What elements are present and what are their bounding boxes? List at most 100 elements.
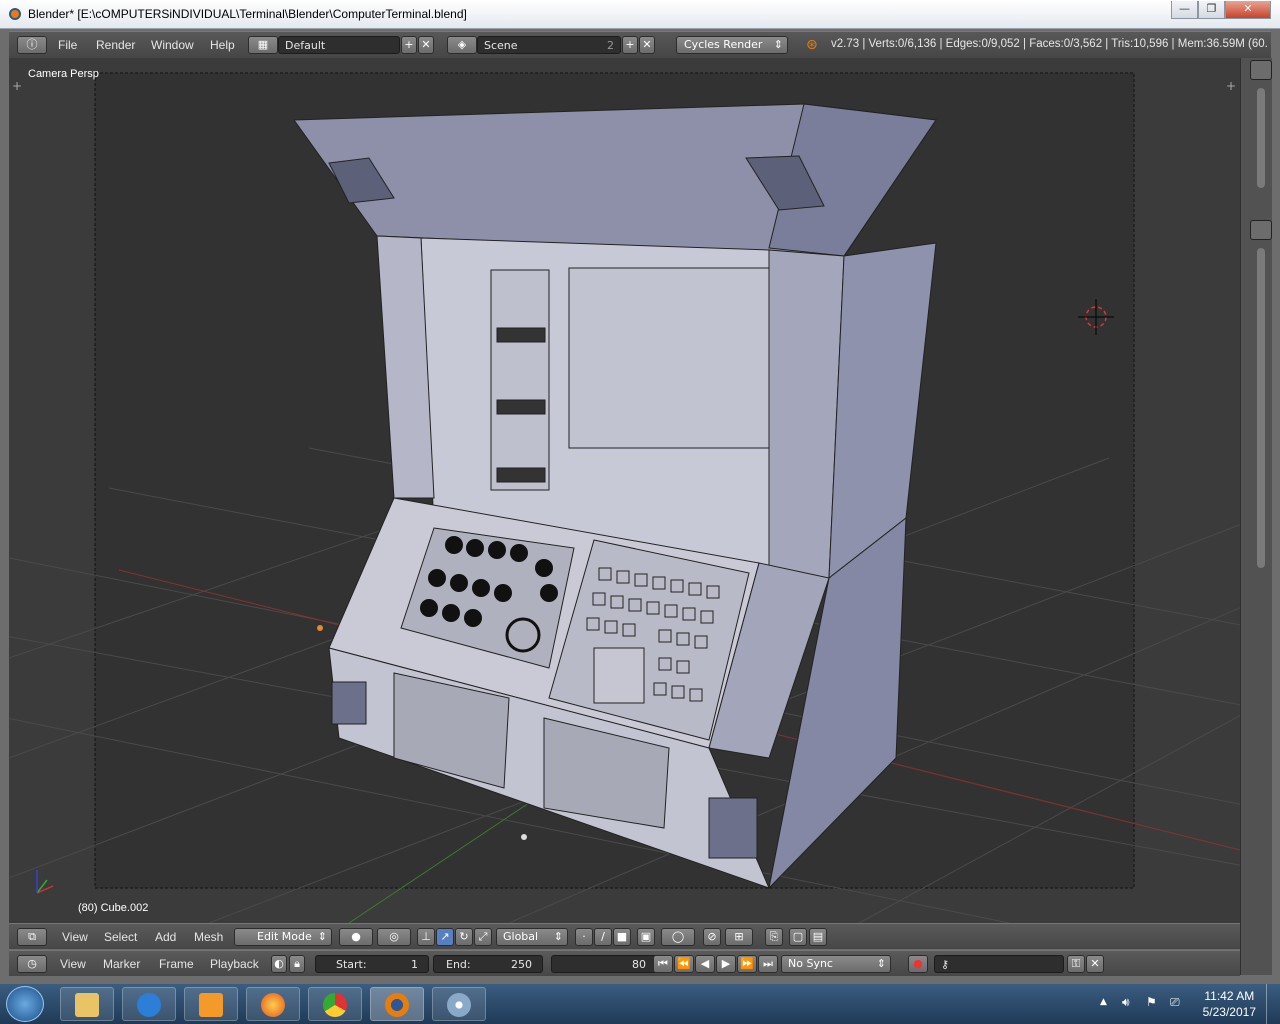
rack-slot-2 (496, 399, 546, 415)
viewport-shading-icon[interactable]: ● (339, 928, 373, 946)
3d-viewport[interactable]: + + Camera Persp (80) Cube.002 (9, 58, 1240, 923)
volume-icon[interactable]: 🔊︎ (1122, 995, 1130, 1010)
rotate-manipulator-icon[interactable]: ↻ (455, 928, 473, 946)
jump-prev-keyframe-icon[interactable]: ⏪ (674, 955, 694, 973)
menu-help[interactable]: Help (210, 38, 235, 52)
pivot-point-icon[interactable]: ◎ (377, 928, 411, 946)
menu-add[interactable]: Add (155, 930, 176, 944)
start-button[interactable] (6, 986, 44, 1022)
record-keyframe-icon[interactable]: ● (908, 955, 928, 973)
taskbar-firefox[interactable] (246, 987, 300, 1021)
preview-range-icon[interactable]: ◐ (271, 955, 287, 973)
show-desktop-button[interactable] (1266, 984, 1280, 1024)
remove-scene-icon[interactable]: ✕ (639, 36, 655, 54)
jump-next-keyframe-icon[interactable]: ⏩ (737, 955, 757, 973)
lock-range-icon[interactable]: 🔒︎ (289, 955, 305, 973)
jump-start-icon[interactable]: ⏮ (653, 955, 673, 973)
rack-slot-1 (496, 327, 546, 343)
menu-mesh[interactable]: Mesh (194, 930, 223, 944)
outliner-editor-icon[interactable] (1250, 220, 1272, 240)
taskbar-chrome[interactable] (308, 987, 362, 1021)
scale-manipulator-icon[interactable]: ⤢ (474, 928, 492, 946)
orientation-select[interactable]: Global ⇕ (496, 928, 568, 946)
face-select-icon[interactable]: ■ (613, 928, 631, 946)
scrollbar-top[interactable] (1257, 88, 1265, 188)
start-label: Start: (336, 958, 367, 971)
menu-marker[interactable]: Marker (103, 957, 140, 971)
end-frame-field[interactable]: End: 250 (433, 955, 543, 973)
chevron-updown-icon: ⇕ (773, 38, 783, 51)
menu-window[interactable]: Window (151, 38, 194, 52)
internet-explorer-icon (137, 993, 161, 1017)
menu-select[interactable]: Select (104, 930, 137, 944)
scene-field[interactable]: Scene 2 (477, 36, 621, 54)
screen-area (568, 267, 770, 449)
remove-layout-icon[interactable]: ✕ (418, 36, 434, 54)
start-frame-field[interactable]: Start: 1 (315, 955, 429, 973)
window-titlebar: Blender* [E:\cOMPUTERSiNDIVIDUAL\Termina… (0, 0, 1280, 29)
timeline-editor-type-icon[interactable]: ◷ (17, 955, 47, 973)
axis-gizmo (36, 870, 54, 894)
viewport-canvas[interactable]: + + (9, 58, 1240, 923)
scene-icon[interactable]: ◈ (447, 36, 477, 54)
taskbar-media-player[interactable] (184, 987, 238, 1021)
menu-playback[interactable]: Playback (210, 957, 259, 971)
active-object-info: (80) Cube.002 (78, 902, 149, 914)
taskbar-internet-explorer[interactable] (122, 987, 176, 1021)
keying-set-field[interactable]: ⚷ (934, 955, 1064, 973)
opengl-render-icon[interactable]: ▢ (789, 928, 807, 946)
menu-frame[interactable]: Frame (159, 957, 194, 971)
jump-end-icon[interactable]: ⏭ (758, 955, 778, 973)
close-window-button[interactable]: ✕ (1225, 1, 1271, 19)
render-engine-select[interactable]: Cycles Render ⇕ (676, 36, 788, 54)
editor-type-icon[interactable]: ⓘ (17, 36, 47, 54)
scrollbar-bottom[interactable] (1257, 248, 1265, 568)
properties-sidebar-strip[interactable] (1240, 58, 1272, 975)
3d-view-header: ⧉ View Select Add Mesh Edit Mode ⇕ ● ◎ ⊥… (9, 923, 1240, 949)
maximize-button[interactable]: ❐ (1198, 1, 1225, 19)
insert-keyframe-icon[interactable]: ⚿ (1067, 955, 1085, 973)
vertex-select-icon[interactable]: · (575, 928, 593, 946)
play-reverse-icon[interactable]: ◀ (695, 955, 715, 973)
translate-manipulator-icon[interactable]: ↗ (436, 928, 454, 946)
menu-view[interactable]: View (62, 930, 88, 944)
screen-layout-icon[interactable]: ▦ (248, 36, 278, 54)
menu-render[interactable]: Render (96, 38, 135, 52)
opengl-animation-icon[interactable]: ▤ (809, 928, 827, 946)
view3d-editor-type-icon[interactable]: ⧉ (17, 928, 47, 946)
edge-select-icon[interactable]: / (594, 928, 612, 946)
render-preview-icon[interactable]: ⎘ (765, 928, 783, 946)
layout-field[interactable]: Default (278, 36, 400, 54)
minimize-button[interactable]: — (1171, 1, 1198, 19)
mode-select[interactable]: Edit Mode ⇕ (234, 928, 332, 946)
network-icon[interactable]: ⎚ (1170, 995, 1180, 1010)
snap-toggle-icon[interactable]: ⊘ (703, 928, 721, 946)
limit-selection-icon[interactable]: ▣ (637, 928, 655, 946)
play-icon[interactable]: ▶ (716, 955, 736, 973)
add-layout-icon[interactable]: + (401, 36, 417, 54)
current-frame-field[interactable]: 80 (551, 955, 659, 973)
view-properties-plus-icon[interactable]: + (12, 79, 22, 93)
sync-mode-select[interactable]: No Sync ⇕ (781, 955, 891, 973)
action-center-flag-icon[interactable]: ⚑ (1146, 995, 1157, 1009)
menu-file[interactable]: File (58, 38, 77, 52)
add-scene-icon[interactable]: + (622, 36, 638, 54)
center-display (593, 647, 645, 704)
firefox-icon (261, 993, 285, 1017)
delete-keyframe-icon[interactable]: ✕ (1086, 955, 1104, 973)
taskbar-explorer[interactable] (60, 987, 114, 1021)
proportional-editing-icon[interactable]: ◯ (661, 928, 695, 946)
snap-element-icon[interactable]: ⊞ (725, 928, 753, 946)
system-clock[interactable]: 11:42 AM 5/23/2017 (1203, 988, 1256, 1020)
orientation-label: Global (503, 930, 539, 943)
manipulator-toggle-icon[interactable]: ⊥ (417, 928, 435, 946)
sync-mode-label: No Sync (788, 957, 833, 970)
taskbar-blender[interactable] (370, 987, 424, 1021)
taskbar-paint[interactable] (432, 987, 486, 1021)
info-header: ⓘ File Render Window Help ▦ Default + ✕ … (9, 31, 1271, 58)
show-hidden-icons-icon[interactable]: ▲ (1100, 997, 1107, 1007)
properties-editor-icon[interactable] (1250, 60, 1272, 80)
end-value: 250 (511, 958, 532, 971)
menu-timeline-view[interactable]: View (60, 957, 86, 971)
toolshelf-plus-icon[interactable]: + (1226, 79, 1236, 93)
